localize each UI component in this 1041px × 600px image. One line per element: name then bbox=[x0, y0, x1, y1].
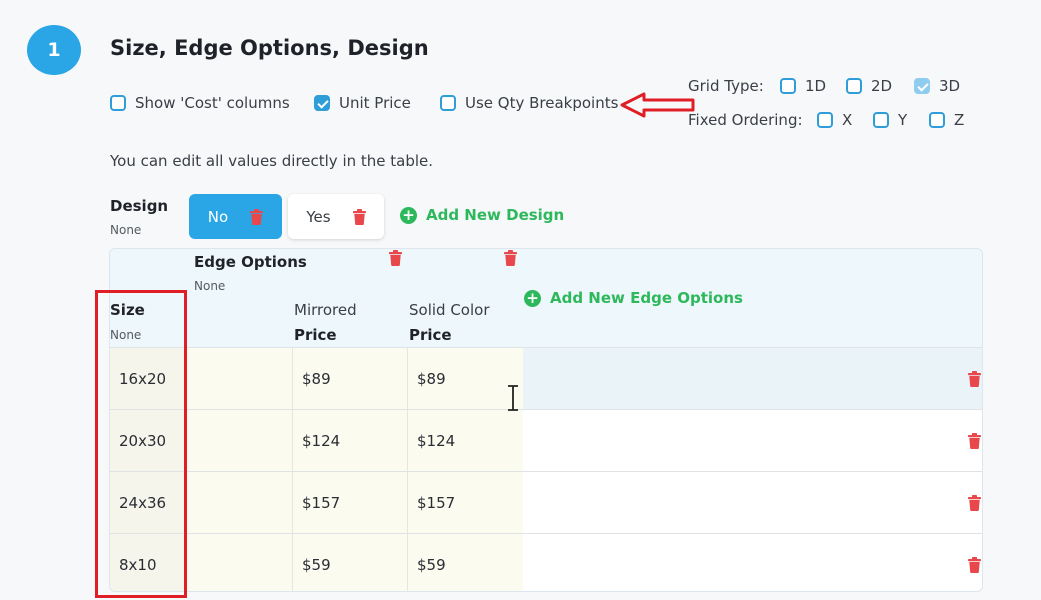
fixed-ordering-label: Fixed Ordering: bbox=[688, 111, 803, 129]
edge-cell[interactable] bbox=[187, 410, 293, 471]
edge-cell[interactable] bbox=[187, 348, 293, 409]
show-cost-option[interactable]: Show 'Cost' columns bbox=[110, 94, 290, 112]
trash-icon[interactable] bbox=[504, 250, 517, 266]
empty-cell bbox=[523, 534, 982, 591]
design-no-button[interactable]: No bbox=[189, 194, 282, 239]
trash-icon[interactable] bbox=[250, 209, 263, 225]
trash-icon[interactable] bbox=[968, 557, 981, 573]
mirrored-price-subheader: Price bbox=[294, 326, 337, 344]
show-cost-checkbox[interactable] bbox=[110, 95, 126, 111]
table-row: 16x20 $89 $89 bbox=[110, 347, 982, 409]
plus-circle-icon: + bbox=[400, 206, 417, 224]
add-new-edge-options-button[interactable]: + Add New Edge Options bbox=[524, 289, 743, 307]
grid-type-2d-label: 2D bbox=[871, 77, 893, 95]
add-new-design-label: Add New Design bbox=[426, 206, 565, 224]
table-row: 8x10 $59 $59 bbox=[110, 533, 982, 591]
show-cost-label: Show 'Cost' columns bbox=[135, 94, 290, 112]
trash-icon[interactable] bbox=[968, 371, 981, 387]
add-new-design-button[interactable]: + Add New Design bbox=[400, 206, 564, 224]
trash-icon[interactable] bbox=[389, 250, 402, 266]
trash-icon[interactable] bbox=[968, 495, 981, 511]
unit-price-label: Unit Price bbox=[339, 94, 411, 112]
mirrored-price-cell[interactable]: $89 bbox=[293, 348, 408, 409]
fixed-ordering-y-label: Y bbox=[898, 111, 908, 129]
fixed-ordering-x-label: X bbox=[842, 111, 853, 129]
grid-type-2d-option[interactable]: 2D bbox=[846, 77, 892, 95]
fixed-ordering-z-checkbox[interactable] bbox=[929, 112, 945, 128]
text-cursor-icon bbox=[508, 385, 518, 411]
solid-color-price-subheader: Price bbox=[409, 326, 452, 344]
unit-price-option[interactable]: Unit Price bbox=[314, 94, 411, 112]
grid-type-3d-label: 3D bbox=[939, 77, 961, 95]
solid-color-column-header: Solid Color bbox=[409, 301, 490, 319]
grid-type-1d-option[interactable]: 1D bbox=[780, 77, 826, 95]
grid-type-3d-option[interactable]: 3D bbox=[914, 77, 960, 95]
design-no-label: No bbox=[207, 207, 229, 226]
edge-cell[interactable] bbox=[187, 534, 293, 591]
mirrored-price-cell[interactable]: $124 bbox=[293, 410, 408, 471]
use-qty-breakpoints-label: Use Qty Breakpoints bbox=[465, 94, 619, 112]
mirrored-column-header: Mirrored bbox=[294, 301, 357, 319]
table-row: 20x30 $124 $124 bbox=[110, 409, 982, 471]
fixed-ordering-y-option[interactable]: Y bbox=[873, 111, 907, 129]
design-yes-label: Yes bbox=[306, 207, 331, 226]
edge-options-none-text: None bbox=[194, 279, 226, 293]
unit-price-checkbox[interactable] bbox=[314, 95, 330, 111]
step-number-badge: 1 bbox=[27, 25, 81, 75]
arrow-left-icon bbox=[620, 92, 695, 118]
grid-type-1d-checkbox[interactable] bbox=[780, 78, 796, 94]
trash-icon[interactable] bbox=[968, 433, 981, 449]
size-column-highlight bbox=[95, 290, 187, 598]
mirrored-price-cell[interactable]: $59 bbox=[293, 534, 408, 591]
mirrored-price-cell[interactable]: $157 bbox=[293, 472, 408, 533]
edge-cell[interactable] bbox=[187, 472, 293, 533]
empty-cell bbox=[523, 410, 982, 471]
grid-type-label: Grid Type: bbox=[688, 77, 764, 95]
design-none-text: None bbox=[110, 223, 142, 237]
empty-cell bbox=[523, 348, 982, 409]
grid-type-3d-checkbox[interactable] bbox=[914, 78, 930, 94]
edge-options-header: Edge Options bbox=[194, 253, 307, 271]
pricing-table: Edge Options None Size None Mirrored Pri… bbox=[109, 248, 983, 592]
add-new-edge-options-label: Add New Edge Options bbox=[550, 289, 743, 307]
grid-type-1d-label: 1D bbox=[805, 77, 827, 95]
design-label: Design bbox=[110, 197, 169, 215]
fixed-ordering-z-option[interactable]: Z bbox=[929, 111, 964, 129]
solid-color-price-cell[interactable]: $124 bbox=[408, 410, 523, 471]
edit-hint-text: You can edit all values directly in the … bbox=[110, 152, 434, 170]
fixed-ordering-y-checkbox[interactable] bbox=[873, 112, 889, 128]
fixed-ordering-x-checkbox[interactable] bbox=[817, 112, 833, 128]
solid-color-price-cell[interactable]: $59 bbox=[408, 534, 523, 591]
use-qty-breakpoints-option[interactable]: Use Qty Breakpoints bbox=[440, 94, 618, 112]
grid-type-2d-checkbox[interactable] bbox=[846, 78, 862, 94]
table-row: 24x36 $157 $157 bbox=[110, 471, 982, 533]
fixed-ordering-x-option[interactable]: X bbox=[817, 111, 852, 129]
fixed-ordering-z-label: Z bbox=[954, 111, 965, 129]
plus-circle-icon: + bbox=[524, 289, 541, 307]
design-yes-button[interactable]: Yes bbox=[288, 194, 384, 239]
section-title: Size, Edge Options, Design bbox=[110, 36, 429, 60]
use-qty-breakpoints-checkbox[interactable] bbox=[440, 95, 456, 111]
trash-icon[interactable] bbox=[353, 209, 366, 225]
empty-cell bbox=[523, 472, 982, 533]
solid-color-price-cell[interactable]: $157 bbox=[408, 472, 523, 533]
